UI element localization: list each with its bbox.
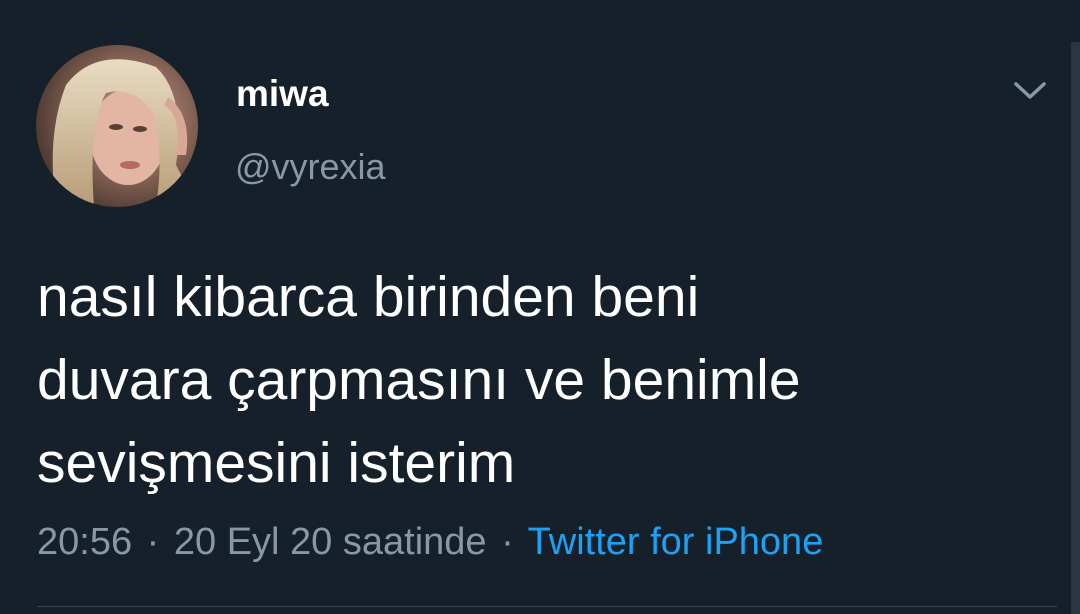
scrollbar[interactable] xyxy=(1071,42,1080,614)
chevron-down-icon[interactable] xyxy=(1008,72,1052,108)
source-link[interactable]: Twitter for iPhone xyxy=(528,521,824,563)
tweet-detail: miwa @vyrexia nasıl kibarca birinden ben… xyxy=(0,0,1080,614)
divider xyxy=(37,606,1057,607)
tweet-date[interactable]: 20 Eyl 20 saatinde xyxy=(174,521,487,563)
tweet-time[interactable]: 20:56 xyxy=(37,521,132,563)
display-name[interactable]: miwa xyxy=(236,72,329,116)
separator: · xyxy=(146,521,160,563)
tweet-metadata: 20:56 · 20 Eyl 20 saatinde · Twitter for… xyxy=(37,516,823,568)
avatar[interactable] xyxy=(36,45,198,207)
tweet-text: nasıl kibarca birinden beni duvara çarpm… xyxy=(37,265,801,495)
user-handle[interactable]: @vyrexia xyxy=(235,145,386,189)
avatar-image xyxy=(36,45,198,207)
separator: · xyxy=(501,521,514,563)
